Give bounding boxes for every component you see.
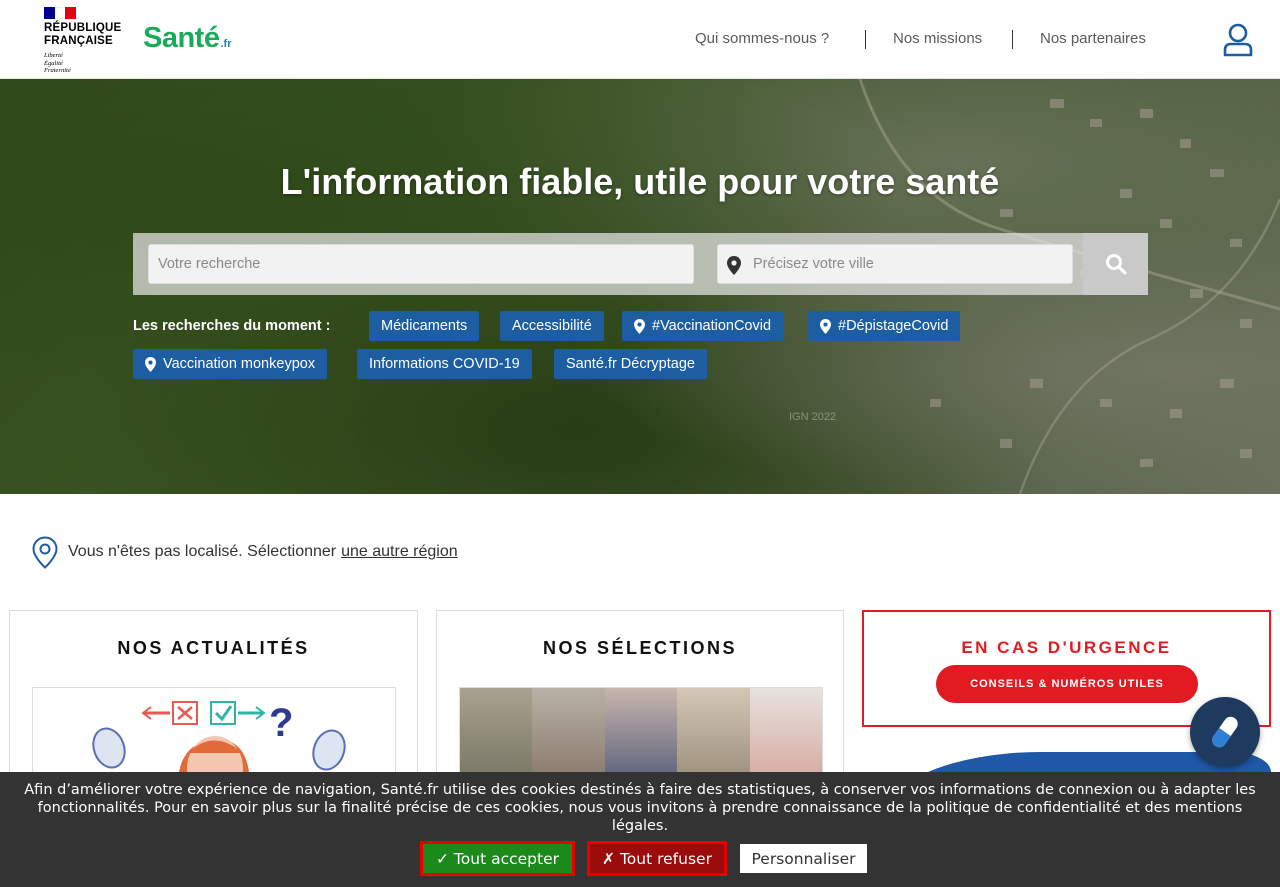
chip-label: Vaccination monkeypox: [163, 356, 316, 372]
sante-fr-logo[interactable]: Santé .fr: [143, 22, 231, 58]
search-button[interactable]: [1083, 233, 1148, 295]
chip-vaccination-covid[interactable]: #VaccinationCovid: [622, 311, 784, 341]
nav-nos-missions[interactable]: Nos missions: [893, 30, 982, 50]
nav-divider: [865, 30, 866, 49]
french-flag-icon: [44, 7, 77, 19]
brand-word: Santé: [143, 22, 220, 54]
search-input[interactable]: [148, 244, 694, 284]
chip-label: #VaccinationCovid: [652, 318, 772, 334]
customize-cookies-button[interactable]: Personnaliser: [740, 844, 867, 873]
nav-divider: [1012, 30, 1013, 49]
location-pin-icon: [727, 256, 741, 275]
emergency-numbers-button[interactable]: CONSEILS & NUMÉROS UTILES: [936, 665, 1198, 703]
chip-informations-covid[interactable]: Informations COVID-19: [357, 349, 532, 379]
location-text: Vous n'êtes pas localisé. Sélectionner: [68, 543, 337, 560]
svg-text:?: ?: [269, 701, 293, 745]
search-bar: [133, 233, 1148, 295]
rf-title: RÉPUBLIQUE FRANÇAISE: [44, 22, 122, 47]
brand-ext: .fr: [220, 38, 232, 50]
rf-motto: Liberté Égalité Fraternité: [44, 52, 71, 74]
cookie-banner: Afin d’améliorer votre expérience de nav…: [0, 772, 1280, 887]
chip-label: Médicaments: [381, 318, 468, 334]
cookie-message: Afin d’améliorer votre expérience de nav…: [24, 782, 1256, 834]
location-pin-icon: [634, 318, 645, 334]
chip-sante-decryptage[interactable]: Santé.fr Décryptage: [554, 349, 707, 379]
user-account-icon[interactable]: [1222, 23, 1254, 57]
search-icon: [1105, 254, 1127, 275]
chip-label: Informations COVID-19: [369, 356, 520, 372]
map-credit: IGN 2022: [789, 411, 837, 423]
trending-label: Les recherches du moment :: [133, 318, 331, 334]
chip-label: Santé.fr Décryptage: [566, 356, 695, 372]
location-pin-icon: [820, 318, 831, 334]
chip-medicaments[interactable]: Médicaments: [369, 311, 480, 341]
chip-accessibilite[interactable]: Accessibilité: [500, 311, 604, 341]
pill-capsule-icon: [1212, 716, 1238, 748]
map-pin-outline-icon: [32, 535, 58, 569]
nav-qui-sommes-nous[interactable]: Qui sommes-nous ?: [695, 30, 829, 50]
site-header: RÉPUBLIQUE FRANÇAISE Liberté Égalité Fra…: [0, 0, 1280, 79]
refuse-all-cookies-button[interactable]: ✗ Tout refuser: [587, 841, 727, 876]
hero-title: L'information fiable, utile pour votre s…: [280, 161, 1000, 202]
chip-depistage-covid[interactable]: #DépistageCovid: [808, 311, 961, 341]
city-field[interactable]: [717, 244, 1073, 284]
chip-vaccination-monkeypox[interactable]: Vaccination monkeypox: [133, 349, 328, 379]
chip-label: Accessibilité: [512, 318, 592, 334]
medication-assistant-button[interactable]: [1190, 697, 1260, 767]
chip-label: #DépistageCovid: [838, 318, 949, 334]
news-title: NOS ACTUALITÉS: [117, 638, 310, 658]
emergency-title: EN CAS D'URGENCE: [961, 638, 1172, 657]
hero-section: L'information fiable, utile pour votre s…: [0, 79, 1280, 494]
location-pin-icon: [145, 356, 156, 372]
selections-title: NOS SÉLECTIONS: [542, 638, 738, 658]
location-notice: Vous n'êtes pas localisé. Sélectionner u…: [32, 535, 458, 569]
city-input[interactable]: [751, 245, 1071, 283]
accept-all-cookies-button[interactable]: ✓ Tout accepter: [420, 841, 575, 876]
nav-nos-partenaires[interactable]: Nos partenaires: [1040, 30, 1146, 50]
change-region-link[interactable]: une autre région: [341, 543, 458, 561]
republique-francaise-logo[interactable]: RÉPUBLIQUE FRANÇAISE Liberté Égalité Fra…: [44, 7, 124, 75]
